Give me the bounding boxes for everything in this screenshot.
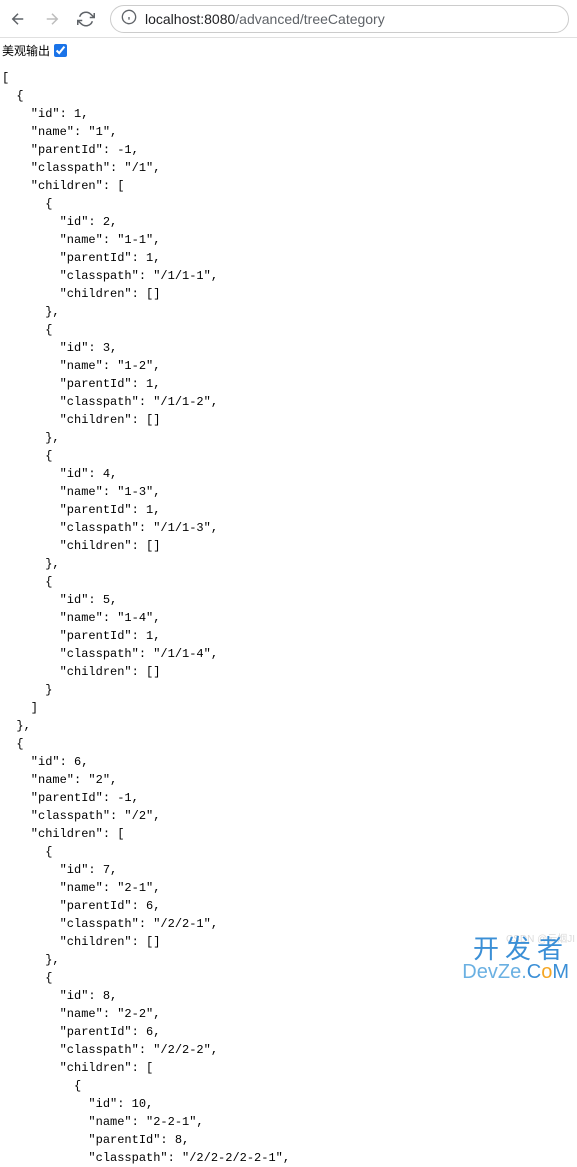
url-path: /advanced/treeCategory [235,11,384,27]
reload-icon [77,10,95,28]
url-text: localhost:8080/advanced/treeCategory [145,11,385,27]
arrow-right-icon [43,10,61,28]
back-button[interactable] [8,9,28,29]
site-info-icon[interactable] [121,9,137,28]
browser-toolbar: localhost:8080/advanced/treeCategory [0,0,577,38]
pretty-print-label: 美观输出 [2,42,50,59]
forward-button[interactable] [42,9,62,29]
address-bar[interactable]: localhost:8080/advanced/treeCategory [110,5,569,33]
json-viewer-options: 美观输出 [0,38,577,63]
reload-button[interactable] [76,9,96,29]
json-content: [ { "id": 1, "name": "1", "parentId": -1… [0,63,577,1167]
arrow-left-icon [9,10,27,28]
pretty-print-checkbox[interactable] [54,44,67,57]
url-host: localhost:8080 [145,11,235,27]
